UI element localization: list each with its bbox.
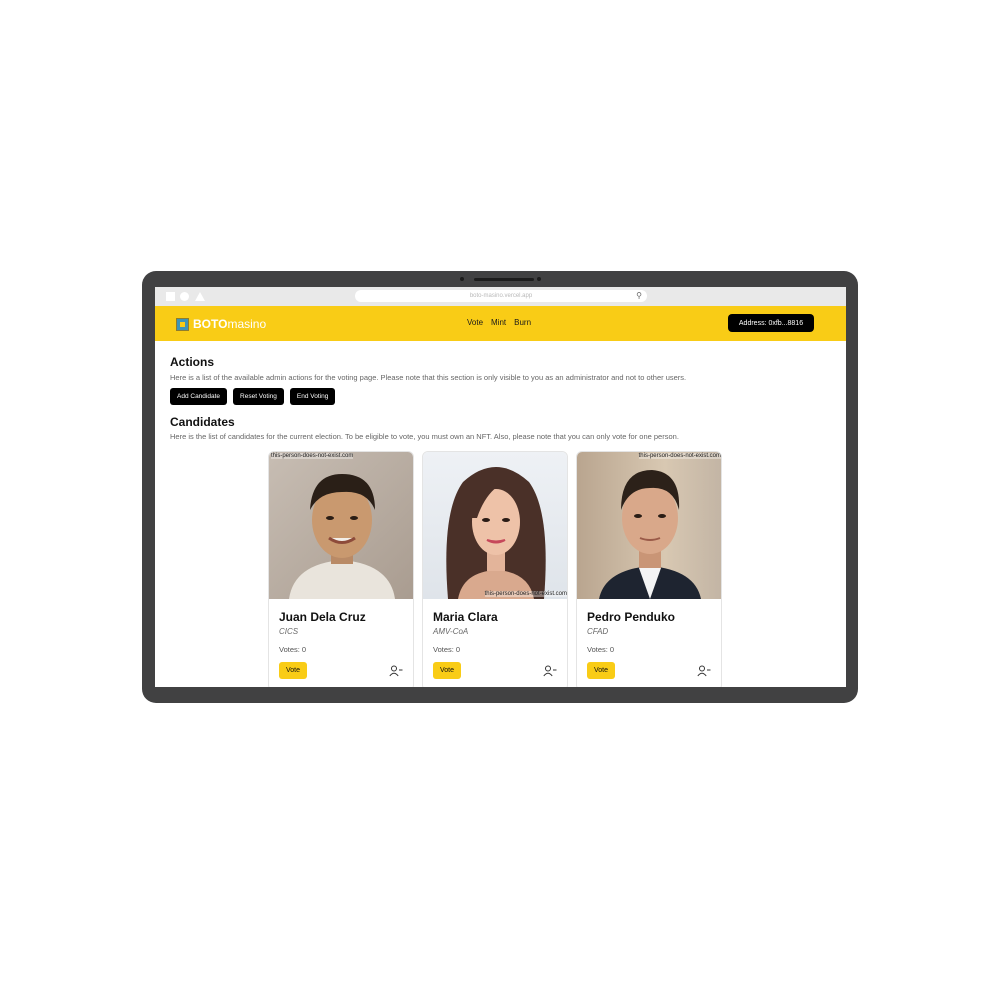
actions-description: Here is a list of the available admin ac…	[170, 373, 687, 382]
brand-secondary: masino	[227, 317, 267, 331]
candidate-party: CFAD	[587, 627, 609, 636]
url-text: boto-masino.vercel.app	[469, 293, 533, 299]
camera-bar	[474, 278, 534, 281]
candidates-description: Here is the list of candidates for the c…	[170, 432, 679, 441]
user-minus-icon[interactable]	[543, 665, 557, 677]
search-icon[interactable]: ⚲	[636, 290, 642, 302]
end-voting-button[interactable]: End Voting	[289, 388, 336, 405]
actions-title: Actions	[170, 355, 215, 369]
photo-watermark: this-person-does-not-exist.com	[271, 453, 354, 459]
candidate-party: CICS	[279, 627, 299, 636]
vote-button[interactable]: Vote	[433, 662, 461, 679]
candidate-photo: this-person-does-not-exist.com	[269, 452, 413, 599]
actions-buttons: Add Candidate Reset Voting End Voting	[170, 388, 336, 405]
add-candidate-button[interactable]: Add Candidate	[170, 388, 228, 405]
navbar: BOTO masino Vote Mint Burn Address: 0xfb…	[155, 306, 846, 341]
vote-button[interactable]: Vote	[279, 662, 307, 679]
candidate-votes: Votes: 0	[433, 645, 461, 654]
camera-dot-left	[460, 277, 464, 281]
candidate-cards: this-person-does-not-exist.com Juan Dela…	[268, 451, 722, 687]
photo-watermark: this-person-does-not-exist.com	[484, 591, 567, 597]
vote-button[interactable]: Vote	[587, 662, 615, 679]
square-icon[interactable]	[166, 292, 175, 301]
logo[interactable]: BOTO masino	[176, 316, 266, 332]
circle-icon[interactable]	[180, 292, 189, 301]
candidate-name: Maria Clara	[433, 610, 498, 624]
candidate-card: this-person-does-not-exist.com Maria Cla…	[422, 451, 568, 687]
reset-voting-button[interactable]: Reset Voting	[233, 388, 284, 405]
user-minus-icon[interactable]	[389, 665, 403, 677]
camera-dot-right	[537, 277, 541, 281]
photo-watermark: this-person-does-not-exist.com	[638, 453, 721, 459]
nav-links: Vote Mint Burn	[467, 318, 531, 327]
brand-primary: BOTO	[193, 317, 228, 331]
triangle-icon[interactable]	[195, 292, 205, 301]
candidate-photo: this-person-does-not-exist.com	[577, 452, 721, 599]
nav-link-burn[interactable]: Burn	[514, 318, 531, 327]
candidate-card: this-person-does-not-exist.com Juan Dela…	[268, 451, 414, 687]
candidates-title: Candidates	[170, 415, 235, 429]
candidate-votes: Votes: 0	[279, 645, 307, 654]
candidate-votes: Votes: 0	[587, 645, 615, 654]
candidate-party: AMV-CoA	[433, 627, 469, 636]
screen: boto-masino.vercel.app ⚲ BOTO masino Vot…	[155, 287, 846, 687]
candidate-photo: this-person-does-not-exist.com	[423, 452, 567, 599]
user-minus-icon[interactable]	[697, 665, 711, 677]
logo-icon	[176, 317, 189, 331]
nav-link-mint[interactable]: Mint	[491, 318, 506, 327]
candidate-name: Pedro Penduko	[587, 610, 676, 624]
nav-link-vote[interactable]: Vote	[467, 318, 483, 327]
address-button[interactable]: Address: 0xfb...8816	[728, 314, 814, 332]
url-bar[interactable]: boto-masino.vercel.app ⚲	[355, 290, 647, 302]
candidate-name: Juan Dela Cruz	[279, 610, 366, 624]
browser-chrome: boto-masino.vercel.app ⚲	[155, 287, 846, 306]
candidate-card: this-person-does-not-exist.com Pedro Pen…	[576, 451, 722, 687]
